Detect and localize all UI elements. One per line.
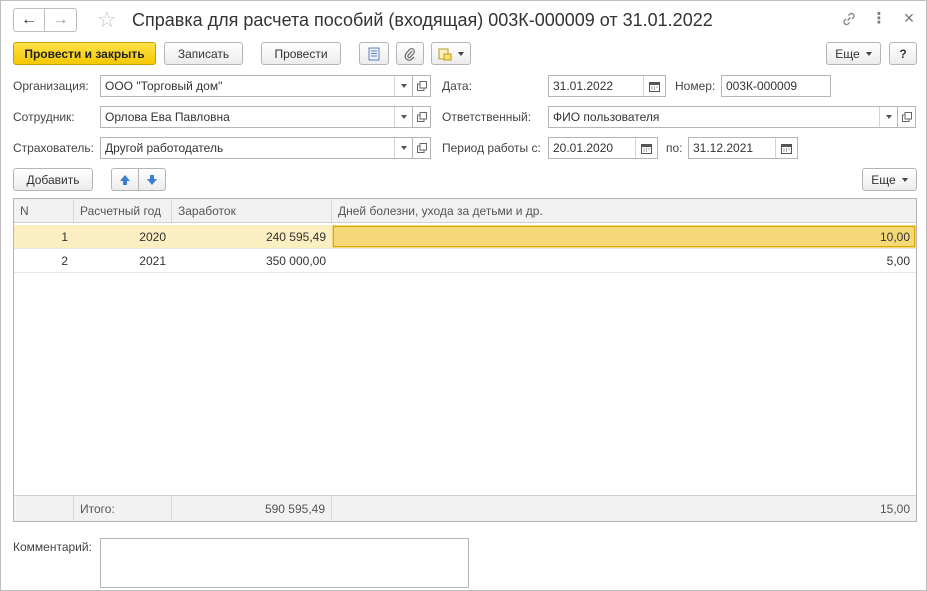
comment-label: Комментарий: [13,540,92,554]
insurer-field[interactable]: Другой работодатель [100,137,413,159]
create-based-on-icon [438,48,452,60]
arrow-up-icon [120,174,130,185]
footer-n-cell [14,496,74,521]
post-button[interactable]: Провести [261,42,341,65]
chevron-down-icon[interactable] [394,76,412,96]
arrow-down-icon [147,174,157,185]
calendar-icon[interactable] [635,138,657,158]
employee-field[interactable]: Орлова Ева Павловна [100,106,413,128]
insurer-open-button[interactable] [413,137,431,159]
document-window: ← → ☆ Справка для расчета пособий (входя… [0,0,927,591]
add-row-button[interactable]: Добавить [13,168,93,191]
post-and-close-button[interactable]: Провести и закрыть [13,42,156,65]
employee-open-button[interactable] [413,106,431,128]
employee-label: Сотрудник: [13,110,75,124]
responsible-value: ФИО пользователя [553,110,660,124]
table-more-button[interactable]: Еще [862,168,917,191]
chevron-down-icon [458,51,464,56]
chevron-down-icon[interactable] [879,107,897,127]
chevron-down-icon [865,51,872,56]
footer-total-label: Итого: [74,496,172,521]
footer-total-days: 15,00 [879,502,910,516]
favorite-star-icon[interactable]: ☆ [97,9,117,31]
organization-open-button[interactable] [413,75,431,97]
earnings-table[interactable]: N Расчетный год Заработок Дней болезни, … [13,198,917,522]
more-button[interactable]: Еще [826,42,881,65]
period-from-label: Период работы с: [442,141,541,155]
table-more-label: Еще [871,172,896,187]
calendar-icon[interactable] [775,138,797,158]
chevron-down-icon[interactable] [394,107,412,127]
attach-button[interactable] [396,42,424,65]
arrow-left-icon: ← [21,11,37,28]
row-days: 5,00 [886,254,910,268]
close-icon[interactable]: × [900,9,918,27]
help-button[interactable]: ? [889,42,917,65]
period-to-value: 31.12.2021 [693,141,754,155]
responsible-label: Ответственный: [442,110,532,124]
paperclip-icon [404,47,415,61]
row-year: 2021 [139,254,166,268]
create-based-on-button[interactable] [431,42,471,65]
save-button[interactable]: Записать [164,42,243,65]
date-field[interactable]: 31.01.2022 [548,75,666,97]
period-from-value: 20.01.2020 [553,141,614,155]
table-row[interactable]: 1 2020 240 595,49 10,00 [14,225,916,249]
column-header-n[interactable]: N [14,199,74,222]
open-form-icon [416,143,427,153]
organization-value: ООО "Торговый дом" [105,79,223,93]
page-title: Справка для расчета пособий (входящая) 0… [132,10,713,30]
chevron-down-icon[interactable] [394,138,412,158]
period-from-field[interactable]: 20.01.2020 [548,137,658,159]
comment-textarea[interactable] [100,538,469,588]
column-header-year[interactable]: Расчетный год [74,199,172,222]
insurer-value: Другой работодатель [105,141,224,155]
chevron-down-icon [901,177,908,182]
number-field[interactable]: 003К-000009 [721,75,831,97]
period-to-field[interactable]: 31.12.2021 [688,137,798,159]
open-form-icon [901,112,912,122]
back-button[interactable]: ← [13,8,45,32]
date-value: 31.01.2022 [553,79,614,93]
more-actions-icon[interactable]: ⋮ [870,10,888,28]
move-up-button[interactable] [111,168,139,191]
insurer-label: Страхователь: [13,141,94,155]
employee-value: Орлова Ева Павловна [105,110,230,124]
row-number: 2 [61,254,68,268]
table-row[interactable]: 2 2021 350 000,00 5,00 [14,249,916,273]
number-label: Номер: [675,79,716,93]
row-year: 2020 [139,230,166,244]
responsible-open-button[interactable] [898,106,916,128]
calendar-icon[interactable] [643,76,665,96]
date-label: Дата: [442,79,472,93]
link-icon[interactable] [840,11,858,32]
open-form-icon [416,81,427,91]
row-earnings: 240 595,49 [265,230,326,244]
open-form-icon [416,112,427,122]
table-header: N Расчетный год Заработок Дней болезни, … [14,199,916,223]
row-number: 1 [61,230,68,244]
column-header-days[interactable]: Дней болезни, ухода за детьми и др. [332,199,916,222]
row-earnings: 350 000,00 [265,254,326,268]
organization-field[interactable]: ООО "Торговый дом" [100,75,413,97]
column-header-earnings[interactable]: Заработок [172,199,332,222]
move-down-button[interactable] [138,168,166,191]
row-days[interactable]: 10,00 [332,225,916,248]
forward-button[interactable]: → [45,8,77,32]
period-to-label: по: [666,141,683,155]
number-value: 003К-000009 [726,79,798,93]
table-footer: Итого: 590 595,49 15,00 [14,495,916,521]
document-list-icon [368,47,380,60]
responsible-field[interactable]: ФИО пользователя [548,106,898,128]
organization-label: Организация: [13,79,89,93]
footer-total-earnings: 590 595,49 [172,496,332,521]
more-button-label: Еще [835,46,860,61]
report-button[interactable] [359,42,389,65]
arrow-right-icon: → [52,11,69,28]
